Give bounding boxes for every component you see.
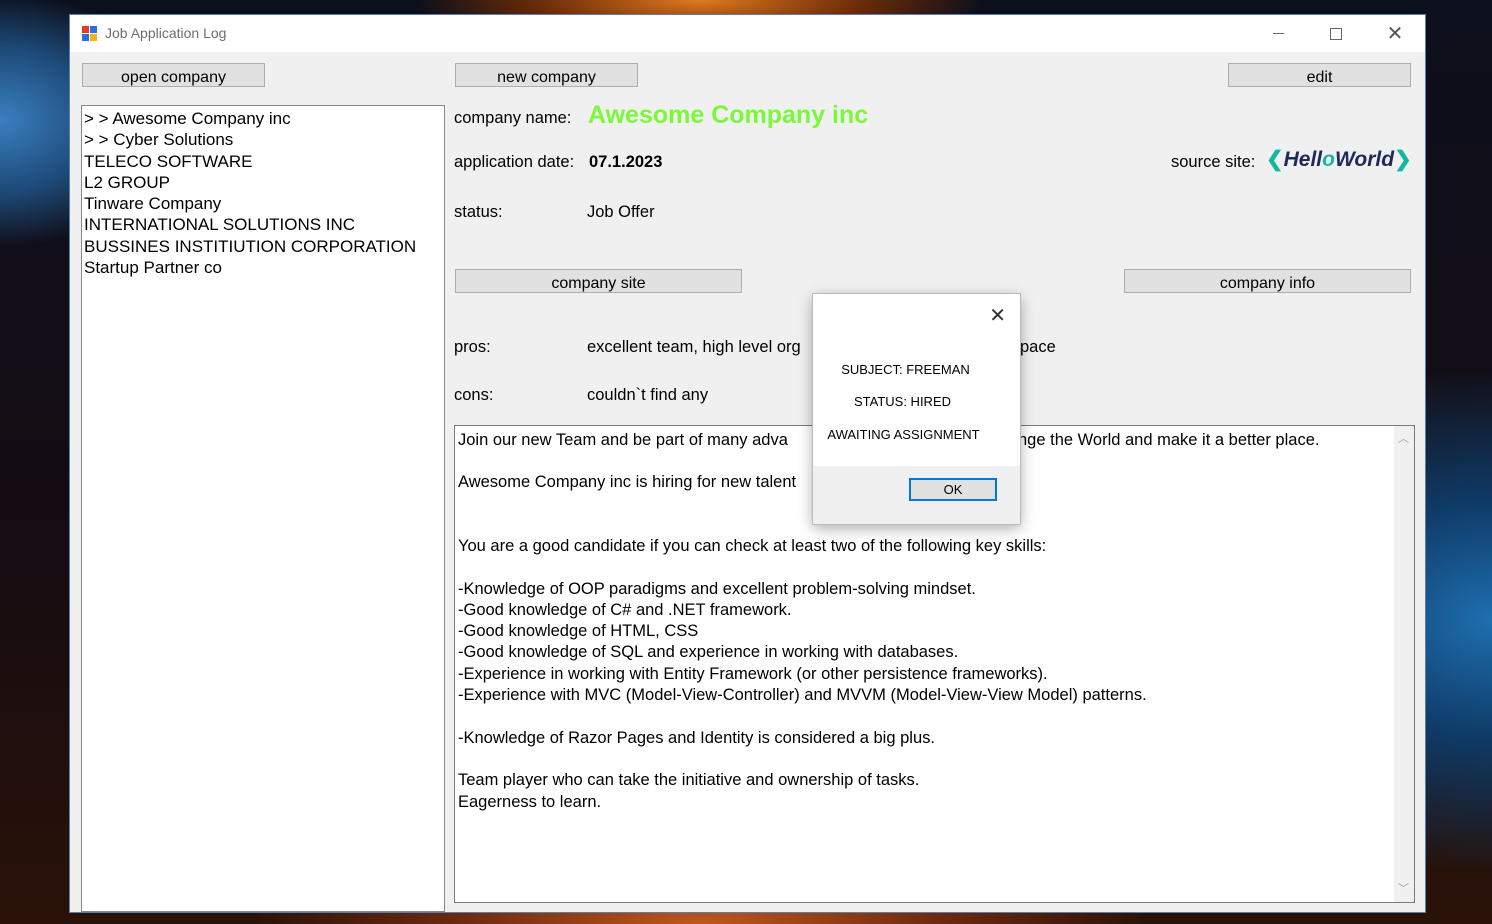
list-item[interactable]: Tinware Company [84,193,444,214]
list-item[interactable]: Startup Partner co [84,257,444,278]
source-site-logo[interactable]: ❮HelloWorld❯ [1266,147,1412,172]
scroll-down-icon[interactable]: ﹀ [1398,880,1409,896]
open-company-button[interactable]: open company [82,63,265,87]
company-list[interactable]: > > Awesome Company inc > > Cyber Soluti… [81,105,445,912]
close-icon: ✕ [989,305,1006,327]
pros-label: pros: [454,338,491,356]
dialog-footer: OK [813,466,1020,524]
close-icon: ✕ [1386,23,1404,45]
main-window: Job Application Log ✕ open company new c… [70,15,1425,912]
title-bar[interactable]: Job Application Log ✕ [70,15,1425,52]
dialog-status: STATUS: HIRED [853,394,952,409]
list-item[interactable]: > > Awesome Company inc [84,108,444,129]
company-name-label: company name: [454,109,572,127]
list-item[interactable]: BUSSINES INSTITIUTION CORPORATION [84,236,444,257]
description-body: You are a good candidate if you can chec… [458,537,1147,811]
dialog-close-button[interactable]: ✕ [989,303,1006,328]
vertical-scrollbar[interactable]: ︿ ﹀ [1394,426,1414,902]
app-icon [82,26,98,42]
scroll-up-icon[interactable]: ︿ [1398,430,1409,446]
cons-value: couldn`t find any [587,386,709,404]
minimize-icon [1272,33,1284,34]
list-item[interactable]: L2 GROUP [84,172,444,193]
window-title: Job Application Log [105,25,227,41]
message-dialog: ✕ SUBJECT: FREEMAN STATUS: HIRED AWAITIN… [813,294,1020,524]
cons-label: cons: [454,386,494,404]
company-info-button[interactable]: company info [1124,269,1411,293]
status-value: Job Offer [587,203,655,221]
pros-value: excellent team, high level org [587,338,801,356]
close-window-button[interactable]: ✕ [1366,15,1424,52]
ok-button[interactable]: OK [909,478,997,501]
minimize-button[interactable] [1249,15,1307,52]
company-name-value: Awesome Company inc [588,101,869,129]
description-line-1-tail: nge the World and make it a better place… [1018,431,1320,449]
status-label: status: [454,203,503,221]
new-company-button[interactable]: new company [455,63,638,87]
dialog-message: AWAITING ASSIGNMENT [827,427,980,442]
application-date-value: 07.1.2023 [589,153,663,171]
pros-value-tail: pace [1020,338,1056,356]
list-item[interactable]: TELECO SOFTWARE [84,151,444,172]
dialog-subject: SUBJECT: FREEMAN [841,362,970,377]
edit-button[interactable]: edit [1228,63,1411,87]
maximize-icon [1330,27,1342,40]
list-item[interactable]: > > Cyber Solutions [84,129,444,150]
application-date-label: application date: [454,153,575,171]
source-site-label: source site: [1171,153,1256,171]
company-site-button[interactable]: company site [455,269,742,293]
list-item[interactable]: INTERNATIONAL SOLUTIONS INC [84,214,444,235]
maximize-button[interactable] [1307,15,1365,52]
